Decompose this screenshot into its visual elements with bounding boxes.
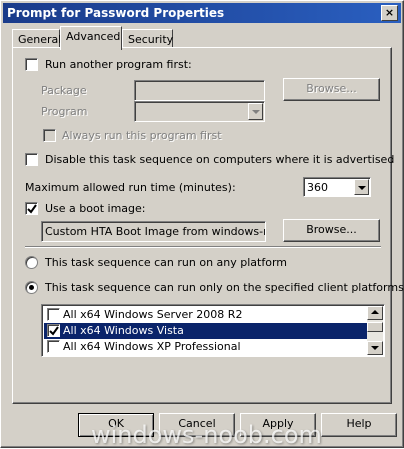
disable-task-checkbox[interactable] (25, 153, 38, 166)
browse-boot-image-button[interactable]: Browse... (283, 219, 380, 242)
use-boot-image-checkbox[interactable] (25, 202, 38, 215)
tab-advanced-label: Advanced (66, 30, 121, 43)
run-another-program-checkbox[interactable] (25, 58, 38, 71)
chevron-down-icon (371, 346, 379, 350)
browse-package-label: Browse... (306, 82, 357, 95)
platform-label: All x64 Windows Server 2008 R2 (63, 308, 243, 321)
boot-image-field[interactable]: Custom HTA Boot Image from windows-noob (41, 221, 266, 242)
chevron-up-icon (371, 310, 379, 314)
close-icon: × (384, 6, 395, 19)
radio-selected-dot (29, 285, 34, 290)
max-runtime-value: 360 (307, 181, 328, 194)
help-button-label: Help (346, 417, 372, 430)
any-platform-label: This task sequence can run on any platfo… (45, 256, 288, 269)
package-label: Package (41, 84, 87, 97)
platform-checkbox[interactable] (47, 340, 60, 353)
run-another-program-label: Run another program first: (45, 58, 192, 71)
program-dropdown-button[interactable] (248, 103, 263, 120)
checkmark-icon (27, 204, 37, 214)
list-item[interactable]: All x64 Windows Vista (44, 323, 368, 339)
separator (25, 246, 381, 248)
max-runtime-dropdown-button[interactable] (354, 179, 369, 195)
platform-label: All x64 Windows XP Professional (63, 340, 241, 353)
program-select[interactable] (134, 101, 265, 122)
help-button[interactable]: Help (321, 413, 397, 437)
advanced-tab-panel: Run another program first: Package Brows… (12, 47, 404, 404)
platform-checkbox[interactable] (47, 308, 60, 321)
specified-platforms-radio[interactable] (25, 281, 38, 294)
window-title: Prompt for Password Properties (7, 6, 225, 20)
specified-platforms-label: This task sequence can run only on the s… (45, 281, 404, 294)
list-item[interactable]: All x64 Windows XP Professional (44, 339, 368, 355)
tab-general-label: General (18, 33, 62, 46)
max-runtime-label: Maximum allowed run time (minutes): (25, 181, 236, 194)
platform-list[interactable]: All x64 Windows Server 2008 R2 All x64 W… (41, 304, 385, 357)
browse-boot-image-label: Browse... (306, 223, 357, 236)
tab-advanced[interactable]: Advanced (60, 26, 122, 50)
use-boot-image-label: Use a boot image: (45, 202, 146, 215)
tab-security-label: Security (128, 33, 174, 46)
platform-label: All x64 Windows Vista (63, 324, 184, 337)
disable-task-label: Disable this task sequence on computers … (45, 153, 395, 166)
any-platform-radio[interactable] (25, 256, 38, 269)
title-bar[interactable]: Prompt for Password Properties × (3, 3, 401, 23)
close-button[interactable]: × (381, 5, 398, 21)
always-run-checkbox[interactable] (43, 129, 56, 142)
always-run-label: Always run this program first (62, 129, 222, 142)
chevron-down-icon (252, 110, 260, 114)
list-item[interactable]: All x64 Windows Server 2008 R2 (44, 307, 368, 323)
browse-package-button[interactable]: Browse... (283, 78, 380, 101)
checkmark-icon (49, 326, 59, 336)
vertical-scrollbar[interactable] (367, 306, 383, 355)
watermark: windows-noob.com (91, 421, 322, 449)
scroll-up-button[interactable] (367, 306, 383, 320)
chevron-down-icon (358, 186, 366, 190)
program-label: Program (41, 105, 88, 118)
platform-checkbox[interactable] (47, 324, 60, 337)
scroll-thumb[interactable] (367, 322, 383, 332)
scroll-down-button[interactable] (367, 341, 383, 355)
max-runtime-select[interactable]: 360 (303, 177, 371, 197)
package-field[interactable] (134, 80, 265, 101)
properties-dialog: Prompt for Password Properties × General… (0, 0, 404, 449)
